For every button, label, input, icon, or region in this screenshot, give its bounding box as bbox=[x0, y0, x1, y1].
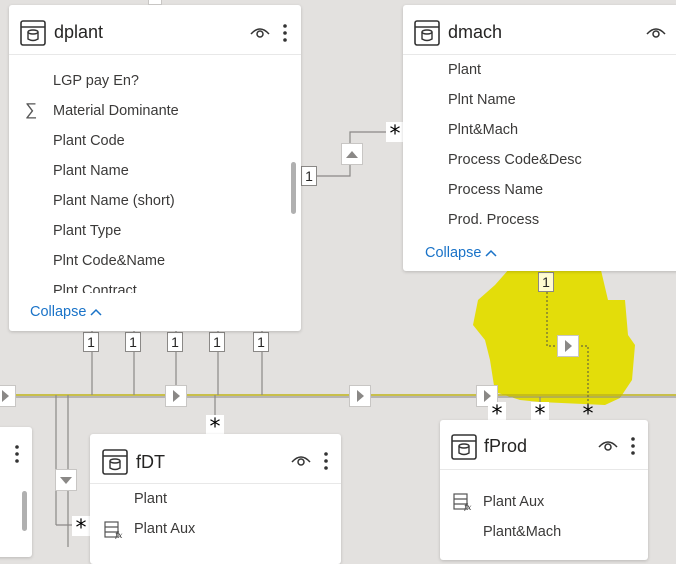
more-options-icon[interactable] bbox=[630, 435, 636, 457]
field-item[interactable]: Plnt Code&Name bbox=[53, 253, 165, 269]
table-card-fdt[interactable]: fDT Plant fx Plant Aux bbox=[90, 434, 341, 564]
cardinality-one-badge: 1 bbox=[253, 332, 269, 352]
svg-text:fx: fx bbox=[463, 503, 472, 511]
sigma-icon: ∑ bbox=[25, 100, 38, 119]
table-icon bbox=[20, 20, 46, 46]
cardinality-one-badge: 1 bbox=[125, 332, 141, 352]
field-item[interactable]: Process Code&Desc bbox=[448, 152, 582, 168]
more-options-icon[interactable] bbox=[323, 450, 329, 472]
eye-icon[interactable] bbox=[646, 26, 666, 40]
field-item[interactable]: Prod. Process bbox=[448, 212, 539, 228]
scrollbar[interactable] bbox=[291, 162, 296, 214]
table-icon bbox=[102, 449, 128, 475]
cross-filter-arrow-icon[interactable] bbox=[349, 385, 371, 407]
chevron-up-icon bbox=[90, 309, 102, 316]
cardinality-many-badge: * bbox=[582, 402, 594, 427]
table-title: fDT bbox=[136, 452, 165, 472]
cardinality-one-badge: 1 bbox=[301, 166, 317, 186]
cardinality-one-badge: 1 bbox=[167, 332, 183, 352]
field-item[interactable]: Process Name bbox=[448, 182, 543, 198]
field-item[interactable]: Plant Aux bbox=[483, 494, 544, 510]
model-canvas[interactable]: 1 * 1 1 1 1 1 * * * * * 1 dplant LGP pay… bbox=[0, 0, 676, 564]
cardinality-many-badge: * bbox=[72, 516, 90, 541]
table-card-dmach[interactable]: dmach Plant Plnt Name Plnt&Mach Process … bbox=[403, 5, 676, 271]
calculated-column-icon: fx bbox=[104, 521, 123, 539]
svg-text:fx: fx bbox=[114, 531, 123, 539]
field-item[interactable]: Plnt&Mach bbox=[448, 122, 518, 138]
eye-icon[interactable] bbox=[250, 26, 270, 40]
cross-filter-arrow-icon[interactable] bbox=[165, 385, 187, 407]
more-options-icon[interactable] bbox=[14, 443, 20, 465]
collapse-link[interactable]: Collapse bbox=[30, 304, 102, 320]
cardinality-many-badge: * bbox=[531, 402, 549, 427]
connector-stub bbox=[148, 0, 162, 5]
cross-filter-arrow-icon[interactable] bbox=[0, 385, 16, 407]
field-item[interactable]: Plant&Mach bbox=[483, 524, 561, 540]
field-item[interactable]: Plant Aux bbox=[134, 521, 195, 537]
table-title: dmach bbox=[448, 22, 503, 42]
more-options-icon[interactable] bbox=[282, 22, 288, 44]
eye-icon[interactable] bbox=[598, 439, 618, 453]
collapse-link[interactable]: Collapse bbox=[425, 245, 497, 261]
cardinality-many-badge: * bbox=[206, 415, 224, 440]
table-card-dplant[interactable]: dplant LGP pay En? ∑ Material Dominante … bbox=[9, 5, 301, 331]
field-item[interactable]: Material Dominante bbox=[53, 103, 179, 119]
chevron-up-icon bbox=[485, 250, 497, 257]
field-item[interactable]: Plant Type bbox=[53, 223, 121, 239]
cross-filter-arrow-icon[interactable] bbox=[55, 469, 77, 491]
field-item[interactable]: Plant Code bbox=[53, 133, 125, 149]
table-title: dplant bbox=[54, 22, 104, 42]
highlight-annotation bbox=[473, 262, 635, 405]
field-item[interactable]: Plant Name bbox=[53, 163, 129, 179]
eye-icon[interactable] bbox=[0, 448, 4, 462]
table-icon bbox=[451, 434, 477, 460]
field-item[interactable]: Plant bbox=[448, 62, 481, 78]
field-item[interactable]: Plnt Name bbox=[448, 92, 516, 108]
cardinality-one-badge: 1 bbox=[538, 272, 554, 292]
cardinality-one-badge: 1 bbox=[83, 332, 99, 352]
field-item[interactable]: Plant Name (short) bbox=[53, 193, 175, 209]
card-header[interactable]: dmach bbox=[403, 5, 676, 55]
field-item[interactable]: LGP pay En? bbox=[53, 73, 139, 89]
cardinality-one-badge: 1 bbox=[209, 332, 225, 352]
field-item[interactable]: Plant bbox=[134, 491, 167, 507]
calculated-column-icon: fx bbox=[453, 493, 472, 511]
table-icon bbox=[414, 20, 440, 46]
field-item[interactable]: Plnt Contract bbox=[53, 283, 137, 293]
card-header[interactable]: fDT bbox=[90, 434, 341, 484]
cardinality-many-badge: * bbox=[488, 402, 506, 427]
cross-filter-arrow-icon[interactable] bbox=[341, 143, 363, 165]
eye-icon[interactable] bbox=[291, 454, 311, 468]
table-card-partial[interactable] bbox=[0, 427, 32, 557]
cardinality-many-badge: * bbox=[386, 122, 404, 147]
scrollbar[interactable] bbox=[22, 491, 27, 531]
cross-filter-arrow-icon[interactable] bbox=[557, 335, 579, 357]
card-header[interactable]: dplant bbox=[9, 5, 301, 55]
table-card-fprod[interactable]: fProd fx Plant Aux Plant&Mach bbox=[440, 420, 648, 560]
table-title: fProd bbox=[484, 436, 528, 456]
card-header[interactable]: fProd bbox=[440, 420, 648, 470]
